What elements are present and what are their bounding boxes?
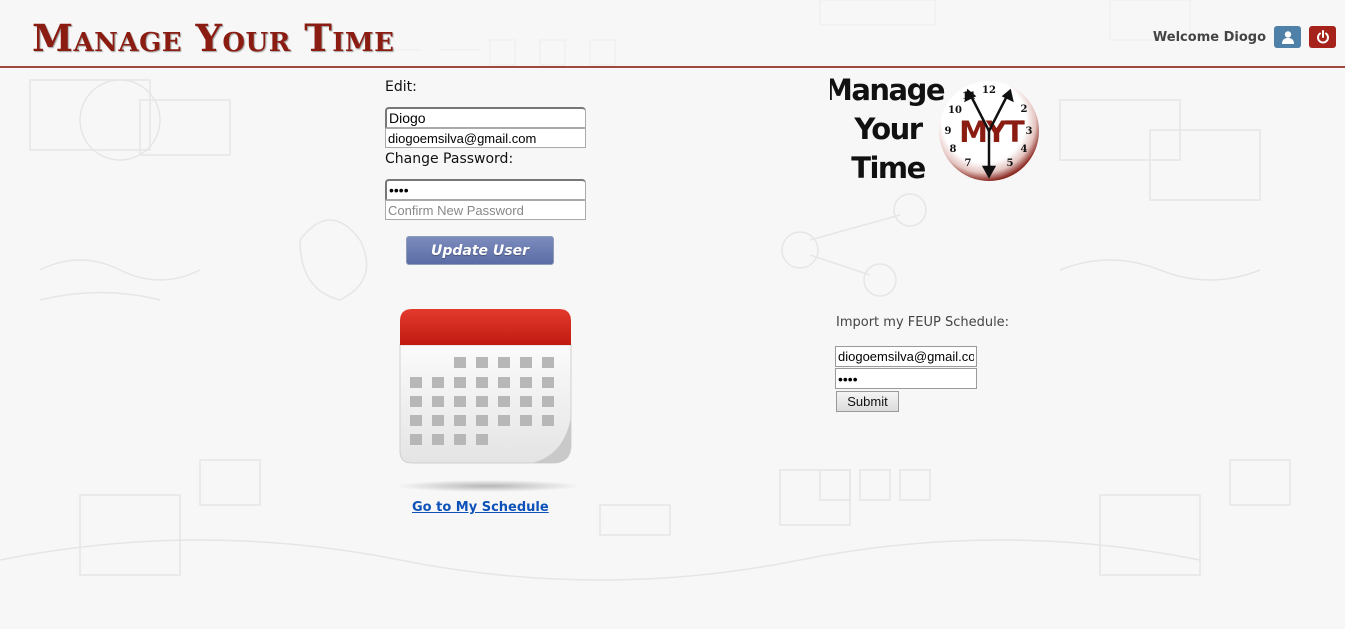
clock-num-2: 2 <box>1021 104 1028 115</box>
confirm-password-input[interactable] <box>385 200 586 220</box>
brand-title[interactable]: Manage Your Time <box>32 16 395 60</box>
logo-line-2: Your <box>853 112 923 146</box>
logo-myt-letters: MYT <box>959 115 1025 149</box>
import-password-input[interactable] <box>835 368 977 389</box>
import-email-input[interactable] <box>835 346 977 367</box>
power-icon <box>1316 30 1329 44</box>
import-schedule-label: Import my FEUP Schedule: <box>836 315 1010 330</box>
edit-label: Edit: <box>385 79 417 95</box>
email-input[interactable] <box>385 128 586 148</box>
myt-logo: Manage Your Time 12 1 2 3 4 5 6 7 8 9 10… <box>830 73 1039 185</box>
user-icon <box>1281 31 1294 44</box>
change-password-label: Change Password: <box>385 151 514 167</box>
clock-num-9: 9 <box>945 126 952 137</box>
clock-num-12: 12 <box>982 85 996 96</box>
go-to-schedule-link[interactable]: Go to My Schedule <box>412 500 549 515</box>
name-input[interactable] <box>385 107 586 128</box>
logo-line-3: Time <box>851 151 925 185</box>
user-profile-button[interactable] <box>1274 26 1301 48</box>
update-user-button[interactable]: Update User <box>406 236 554 265</box>
background-sketch <box>0 0 1291 581</box>
submit-button[interactable]: Submit <box>836 391 899 412</box>
welcome-text: Welcome Diogo <box>1152 30 1266 45</box>
top-header: Manage Your Time Welcome Diogo <box>0 0 1345 68</box>
clock-num-5: 5 <box>1007 158 1014 169</box>
calendar-icon[interactable] <box>392 305 584 495</box>
logo-line-1: Manage <box>830 73 945 107</box>
clock-num-8: 8 <box>950 144 957 155</box>
new-password-input[interactable] <box>385 179 586 200</box>
logout-button[interactable] <box>1309 26 1336 48</box>
clock-num-3: 3 <box>1026 126 1033 137</box>
clock-num-7: 7 <box>965 158 972 169</box>
